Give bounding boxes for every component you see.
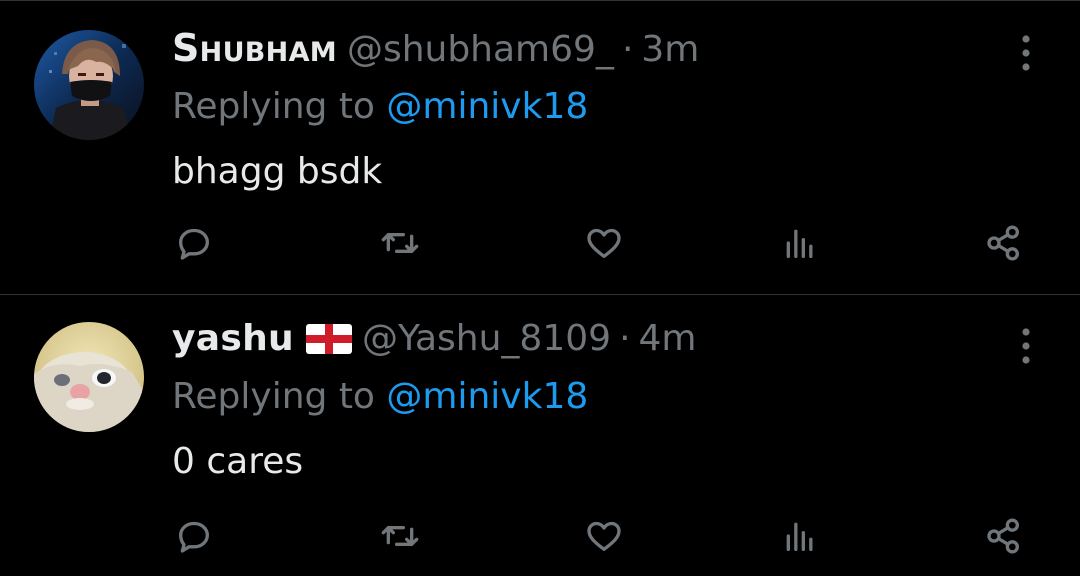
mention-link[interactable]: @minivk18 bbox=[386, 86, 588, 127]
display-name[interactable]: Shubham bbox=[172, 26, 337, 70]
tweet-header: Shubham @shubham69_ · 3m bbox=[172, 26, 699, 70]
tweet-reply[interactable]: yashu @Yashu_8109 · 4m Replying to @mini… bbox=[0, 296, 1080, 576]
avatar[interactable] bbox=[34, 30, 144, 140]
reply-icon[interactable] bbox=[172, 514, 216, 558]
like-icon[interactable] bbox=[582, 514, 626, 558]
tweet-header: yashu @Yashu_8109 · 4m bbox=[172, 318, 697, 359]
replying-to-label: Replying to bbox=[172, 376, 387, 417]
views-icon[interactable] bbox=[778, 514, 822, 558]
username-handle[interactable]: @Yashu_8109 bbox=[362, 318, 611, 359]
timestamp[interactable]: 3m bbox=[641, 29, 699, 70]
replying-to-label: Replying to bbox=[172, 86, 387, 127]
replying-to-line: Replying to @minivk18 bbox=[172, 376, 588, 417]
replying-to-line: Replying to @minivk18 bbox=[172, 86, 588, 127]
tweet-text: 0 cares bbox=[172, 441, 304, 482]
retweet-icon[interactable] bbox=[378, 514, 422, 558]
action-bar bbox=[172, 221, 1032, 265]
like-icon[interactable] bbox=[582, 221, 626, 265]
separator-dot: · bbox=[621, 29, 634, 70]
mention-link[interactable]: @minivk18 bbox=[386, 376, 588, 417]
more-options-icon[interactable] bbox=[1014, 33, 1038, 73]
retweet-icon[interactable] bbox=[378, 221, 422, 265]
more-options-icon[interactable] bbox=[1014, 326, 1038, 366]
tweet-reply[interactable]: Shubham @shubham69_ · 3m Replying to @mi… bbox=[0, 0, 1080, 295]
action-bar bbox=[172, 514, 1032, 558]
username-handle[interactable]: @shubham69_ bbox=[347, 29, 614, 70]
timestamp[interactable]: 4m bbox=[639, 318, 697, 359]
views-icon[interactable] bbox=[778, 221, 822, 265]
tweet-text: bhagg bsdk bbox=[172, 151, 383, 192]
display-name[interactable]: yashu bbox=[172, 318, 294, 359]
share-icon[interactable] bbox=[982, 221, 1026, 265]
england-flag-icon bbox=[305, 324, 352, 354]
separator-dot: · bbox=[619, 318, 631, 359]
reply-icon[interactable] bbox=[172, 221, 216, 265]
avatar[interactable] bbox=[34, 322, 144, 432]
share-icon[interactable] bbox=[982, 514, 1026, 558]
